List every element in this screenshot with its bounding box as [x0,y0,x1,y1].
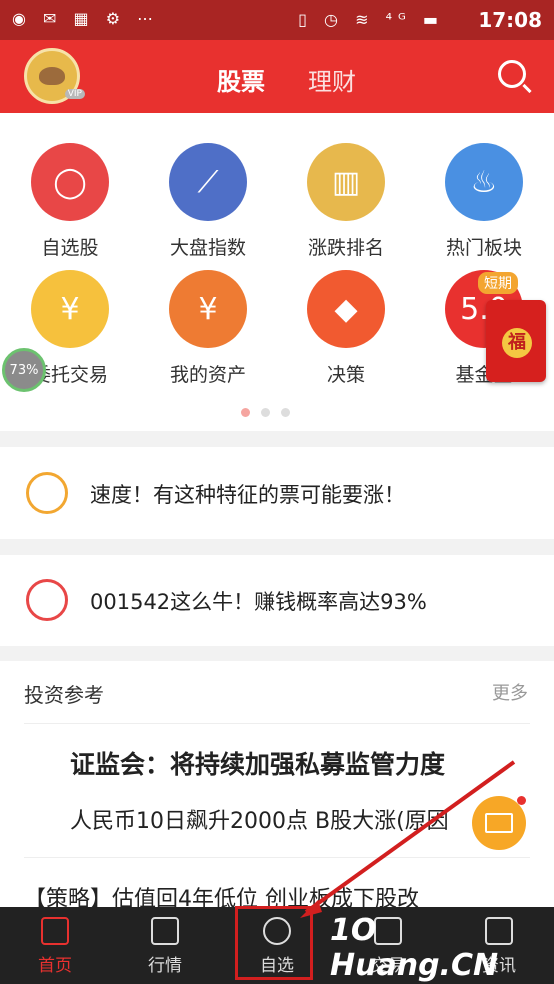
annotation-arrow [300,760,516,918]
